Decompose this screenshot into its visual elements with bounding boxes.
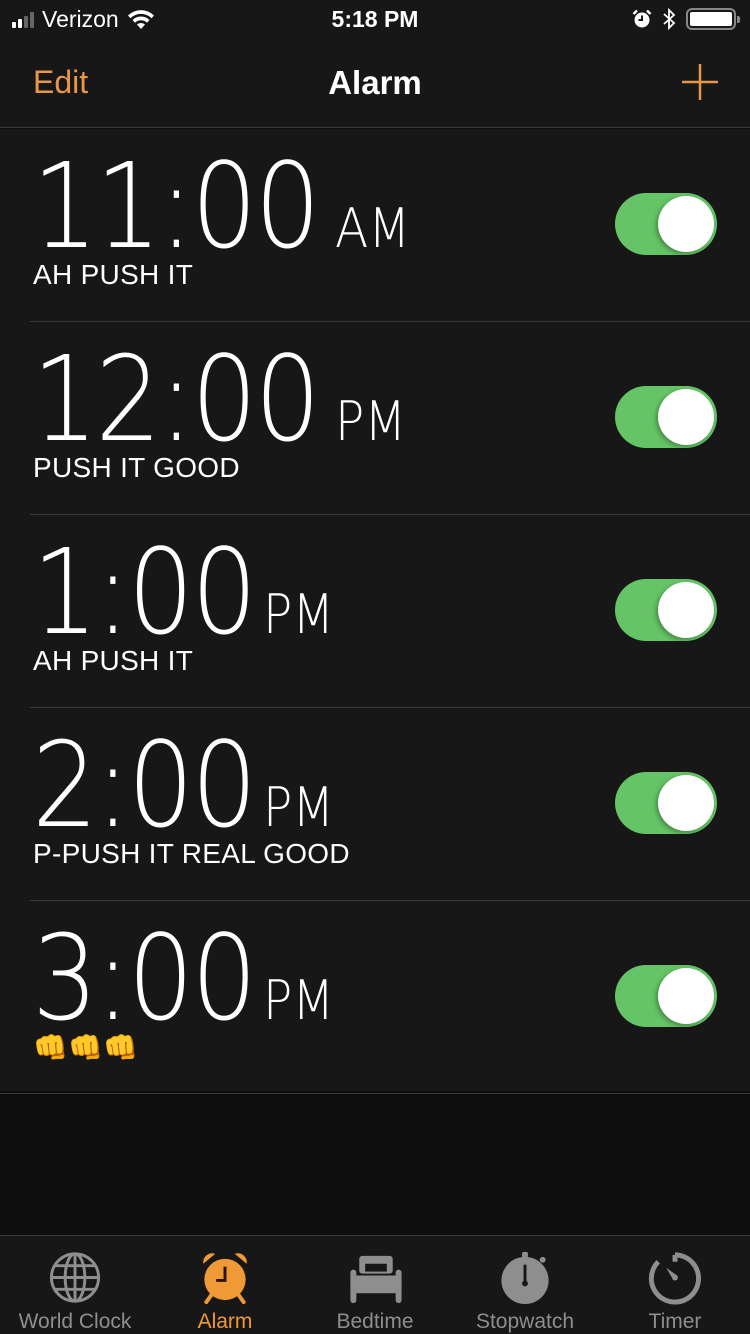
- tab-world-clock[interactable]: World Clock: [0, 1236, 150, 1334]
- alarm-row[interactable]: 1:00 PM AH PUSH IT: [0, 515, 750, 708]
- alarm-label: PUSH IT GOOD: [33, 452, 240, 483]
- bluetooth-icon: [663, 8, 676, 30]
- stopwatch-icon: [501, 1251, 549, 1305]
- alarm-time: 2:00: [32, 716, 257, 854]
- status-bar: Verizon 5:18 PM: [0, 0, 750, 40]
- tab-label: Stopwatch: [475, 1310, 575, 1333]
- tab-stopwatch[interactable]: Stopwatch: [450, 1236, 600, 1334]
- alarm-time: 12:00: [32, 330, 321, 468]
- alarm-period: PM: [262, 969, 335, 1032]
- alarm-time: 11:00: [32, 137, 321, 275]
- tab-bedtime[interactable]: Bedtime: [300, 1236, 450, 1334]
- alarm-toggle[interactable]: [615, 386, 717, 448]
- alarm-list: 11:00 AM AH PUSH IT 12:00 PM PUSH IT GOOD …: [0, 129, 750, 1094]
- alarm-row[interactable]: 3:00 PM 👊👊👊: [0, 901, 750, 1094]
- alarm-period: PM: [335, 390, 407, 453]
- alarm-toggle[interactable]: [615, 772, 717, 834]
- tab-label: Alarm: [197, 1310, 253, 1333]
- tab-label: Timer: [648, 1310, 702, 1333]
- timer-icon: [648, 1252, 701, 1305]
- alarm-period: AM: [335, 197, 411, 260]
- page-title: Alarm: [328, 64, 422, 101]
- alarm-toggle[interactable]: [615, 579, 717, 641]
- alarm-toggle[interactable]: [615, 965, 717, 1027]
- tab-bar: World Clock Alarm Bedtime Stopwatch Time…: [0, 1235, 750, 1334]
- tab-label: World Clock: [18, 1310, 132, 1333]
- alarm-label: AH PUSH IT: [33, 259, 194, 290]
- tab-alarm[interactable]: Alarm: [150, 1236, 300, 1334]
- alarm-label: 👊👊👊: [33, 1032, 139, 1063]
- alarm-label: P-PUSH IT REAL GOOD: [33, 838, 350, 869]
- alarm-clock-icon: [203, 1253, 247, 1305]
- alarm-label: AH PUSH IT: [33, 645, 194, 676]
- plus-icon[interactable]: [680, 62, 720, 102]
- alarm-row[interactable]: 12:00 PM PUSH IT GOOD: [0, 322, 750, 515]
- tab-timer[interactable]: Timer: [600, 1236, 750, 1334]
- alarm-period: PM: [262, 583, 335, 646]
- alarm-period: PM: [262, 776, 335, 839]
- alarm-row[interactable]: 11:00 AM AH PUSH IT: [0, 129, 750, 322]
- alarm-row[interactable]: 2:00 PM P-PUSH IT REAL GOOD: [0, 708, 750, 901]
- alarm-time: 1:00: [32, 523, 257, 661]
- navigation-bar: Edit Alarm: [0, 40, 750, 128]
- alarm-toggle[interactable]: [615, 193, 717, 255]
- battery-icon: [686, 8, 740, 30]
- globe-icon: [49, 1252, 101, 1303]
- bed-icon: [350, 1255, 402, 1304]
- tab-label: Bedtime: [336, 1310, 414, 1333]
- alarm-icon: [632, 9, 652, 28]
- alarm-time: 3:00: [32, 909, 257, 1047]
